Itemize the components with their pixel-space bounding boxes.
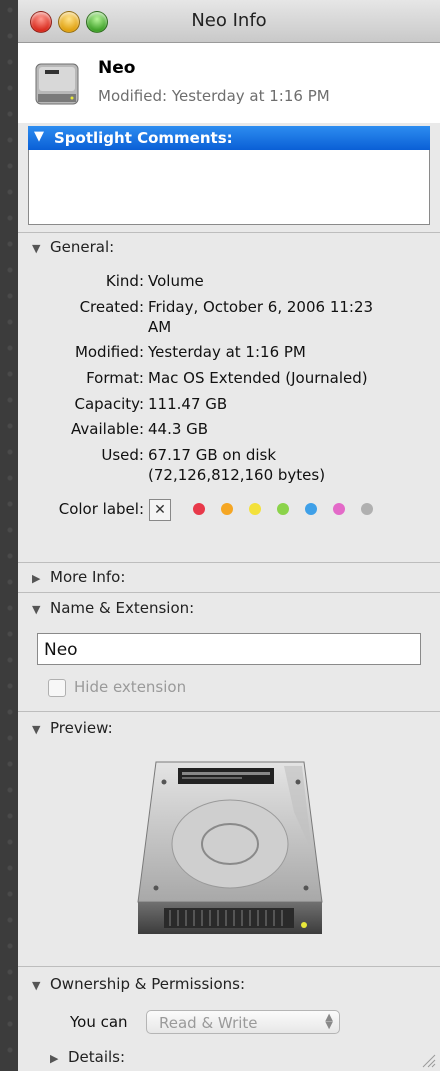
color-green-dot[interactable]	[277, 503, 289, 515]
preview-label: Preview:	[50, 719, 113, 737]
disclosure-open-icon: ▼	[32, 242, 41, 255]
title-bar[interactable]: Neo Info	[18, 0, 440, 43]
format-value: Mac OS Extended (Journaled)	[148, 369, 368, 387]
hard-drive-icon	[34, 58, 80, 112]
disclosure-open-icon: ▼	[32, 979, 41, 992]
spotlight-comments-label: Spotlight Comments:	[54, 129, 233, 147]
general-section-toggle[interactable]: ▼ General:	[32, 238, 114, 256]
no-color-label-button[interactable]: ✕	[149, 499, 171, 521]
window-title: Neo Info	[191, 10, 267, 31]
general-label: General:	[50, 238, 115, 256]
volume-name: Neo	[98, 58, 136, 78]
ownership-section-toggle[interactable]: ▼ Ownership & Permissions:	[32, 975, 245, 993]
color-orange-dot[interactable]	[221, 503, 233, 515]
divider	[18, 966, 440, 967]
name-extension-label: Name & Extension:	[50, 599, 195, 617]
created-value-line2: AM	[148, 318, 172, 336]
divider	[18, 711, 440, 712]
hide-extension-label: Hide extension	[74, 678, 187, 696]
more-info-section-toggle[interactable]: ▶ More Info:	[32, 568, 125, 586]
disclosure-closed-icon: ▶	[50, 1052, 59, 1065]
hide-extension-checkbox[interactable]	[48, 679, 66, 697]
more-info-label: More Info:	[50, 568, 126, 586]
name-extension-section-toggle[interactable]: ▼ Name & Extension:	[32, 599, 194, 617]
color-blue-dot[interactable]	[305, 503, 317, 515]
preview-section-toggle[interactable]: ▼ Preview:	[32, 719, 113, 737]
details-toggle[interactable]: ▶ Details:	[50, 1048, 125, 1066]
hard-drive-preview-image	[134, 752, 326, 948]
modified-value: Yesterday at 1:16 PM	[148, 343, 306, 361]
available-value: 44.3 GB	[148, 420, 209, 438]
permission-value: Read & Write	[159, 1014, 258, 1032]
divider	[18, 562, 440, 563]
spotlight-comments-field[interactable]	[28, 150, 430, 225]
color-purple-dot[interactable]	[333, 503, 345, 515]
used-value-line2: (72,126,812,160 bytes)	[148, 466, 326, 484]
divider	[18, 232, 440, 233]
ownership-label: Ownership & Permissions:	[50, 975, 245, 993]
used-value: 67.17 GB on disk	[148, 446, 277, 464]
spotlight-comments-header[interactable]: ▼ Spotlight Comments:	[28, 126, 430, 150]
name-field[interactable]: Neo	[37, 633, 421, 665]
color-red-dot[interactable]	[193, 503, 205, 515]
divider	[18, 592, 440, 593]
created-value: Friday, October 6, 2006 11:23	[148, 298, 374, 316]
permission-popup[interactable]: Read & Write ▲ ▼	[146, 1010, 340, 1034]
you-can-label: You can	[70, 1013, 128, 1031]
disclosure-open-icon: ▼	[32, 603, 41, 616]
modified-summary: Modified: Yesterday at 1:16 PM	[98, 87, 330, 105]
resize-grip-icon[interactable]	[422, 1053, 436, 1068]
disclosure-open-icon: ▼	[34, 129, 44, 144]
info-header	[18, 43, 440, 123]
disclosure-closed-icon: ▶	[32, 572, 41, 585]
color-yellow-dot[interactable]	[249, 503, 261, 515]
color-gray-dot[interactable]	[361, 503, 373, 515]
details-label: Details:	[68, 1048, 126, 1066]
kind-value: Volume	[148, 272, 204, 290]
disclosure-open-icon: ▼	[32, 723, 41, 736]
info-window: Neo Info Neo Modified: Yesterday at 1:16…	[18, 0, 440, 1071]
capacity-value: 111.47 GB	[148, 395, 228, 413]
popup-arrows-icon: ▲ ▼	[325, 1012, 333, 1031]
